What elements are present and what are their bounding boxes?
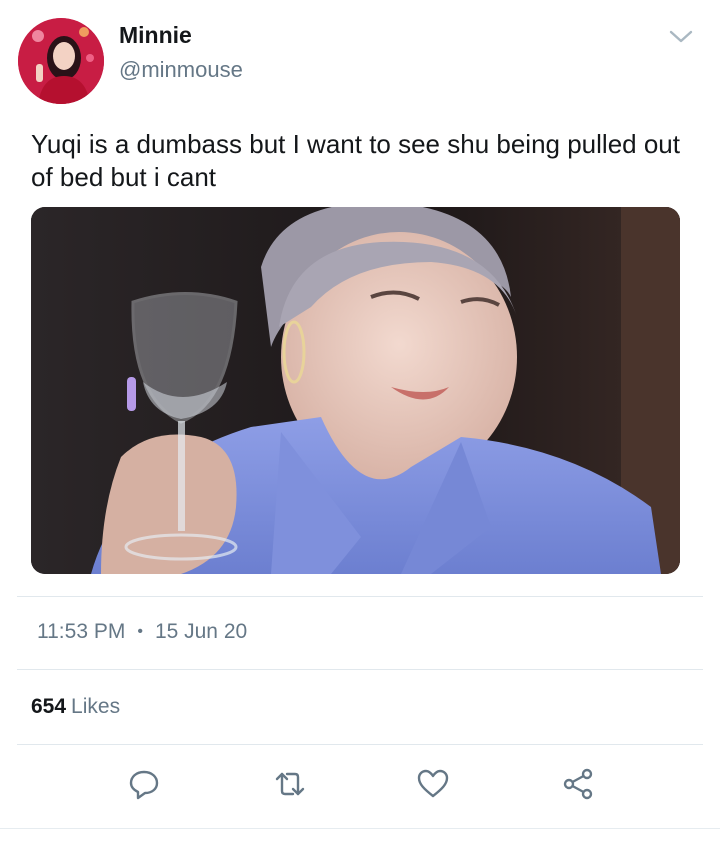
- tweet-actions: [0, 764, 720, 804]
- divider-top: [17, 596, 703, 597]
- separator-dot: •: [137, 623, 143, 640]
- avatar-image: [18, 18, 104, 104]
- tweet-time: 11:53 PM: [37, 620, 126, 643]
- retweet-button[interactable]: [270, 764, 310, 804]
- like-button[interactable]: [413, 764, 453, 804]
- bottom-border: [0, 828, 720, 829]
- tweet-media-photo[interactable]: [31, 207, 680, 574]
- share-icon: [563, 768, 593, 800]
- share-button[interactable]: [558, 764, 598, 804]
- likes-label: Likes: [71, 695, 121, 718]
- divider-bottom: [17, 744, 703, 745]
- tweet-date: 15 Jun 20: [154, 620, 248, 643]
- author-avatar[interactable]: [18, 18, 104, 104]
- chevron-down-icon[interactable]: [668, 28, 694, 46]
- tweet-timestamp[interactable]: 11:53 PM • 15 Jun 20: [37, 620, 247, 644]
- divider-middle: [17, 669, 703, 670]
- reply-button[interactable]: [124, 764, 164, 804]
- author-handle[interactable]: @minmouse: [119, 57, 243, 83]
- tweet-text: Yuqi is a dumbass but I want to see shu …: [31, 129, 680, 192]
- heart-icon: [417, 769, 449, 798]
- retweet-icon: [275, 772, 305, 796]
- photo-illustration: [31, 207, 680, 574]
- reply-icon: [129, 770, 159, 800]
- likes-count: 654: [31, 695, 67, 718]
- likes-summary[interactable]: 654 Likes: [31, 695, 120, 719]
- author-display-name[interactable]: Minnie: [119, 22, 192, 49]
